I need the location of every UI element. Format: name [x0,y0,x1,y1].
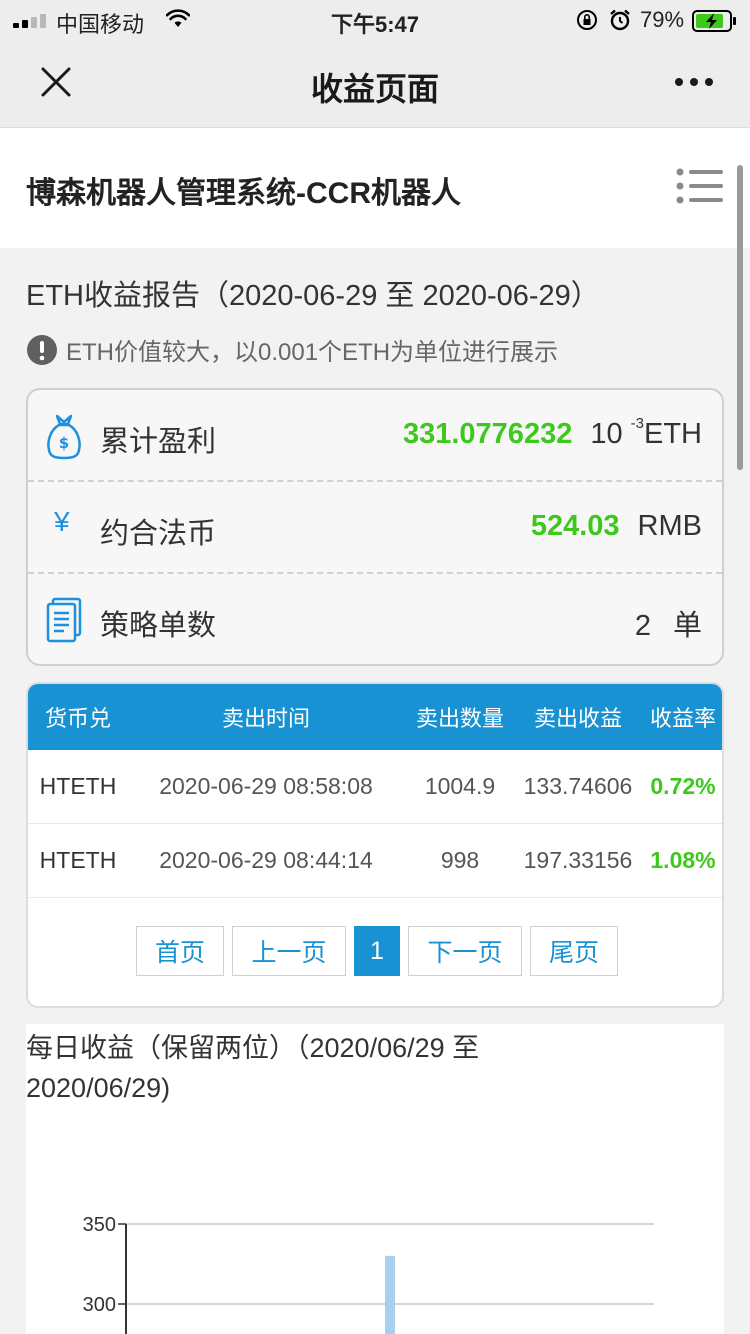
profit-unit-exponent: -3 [630,415,644,433]
profit-label: 累计盈利 [100,426,217,458]
warning-icon [27,334,57,365]
cell-sell-profit: 133.74606 [523,773,633,799]
first-page-button[interactable]: 首页 [136,926,224,976]
profit-value-group: 331.0776232 10 -3ETH [402,415,702,451]
battery-percentage: 79% [640,7,685,32]
previous-page-button[interactable]: 上一页 [232,926,346,976]
next-page-button[interactable]: 下一页 [408,926,522,976]
bar [385,1255,395,1334]
trades-table-card: 货币兑 卖出时间 卖出数量 卖出收益 收益率 HTETH 2020-06-29 … [26,682,724,1008]
summary-profit-row: $ 累计盈利 331.0776232 10 -3ETH [28,390,722,482]
fiat-unit: RMB [637,510,702,542]
summary-card: $ 累计盈利 331.0776232 10 -3ETH ¥ 约合法币 524.03… [26,388,724,666]
y-tick-label: 300 [83,1294,116,1316]
system-title: 博森机器人管理系统-CCR机器人 [26,177,461,210]
alarm-icon [610,9,630,31]
cell-sell-amount: 1004.9 [424,773,496,799]
profit-unit-currency: ETH [644,418,702,450]
fiat-value-group: 524.03 RMB [531,510,702,543]
report-title: ETH收益报告（2020-06-29 至 2020-06-29） [26,280,600,312]
profit-unit-base: 10 [590,418,623,450]
document-icon [46,597,82,643]
system-header: 博森机器人管理系统-CCR机器人 [0,128,750,248]
daily-profit-chart: 350 300 每日收益（保留两位）（2020/06/29 至 2020/06/2… [26,1024,724,1334]
unit-notice: ETH价值较大，以0.001个ETH为单位进行展示 [26,332,558,367]
clock: 下午5:47 [330,12,420,37]
col-header-sell-amount: 卖出数量 [415,706,504,731]
y-tick-label: 350 [83,1214,116,1236]
col-header-pair: 货币兑 [44,706,111,731]
cell-sell-amount: 998 [440,847,480,873]
status-bar: 中国移动 下午5:47 79% [0,0,750,40]
orders-label: 策略单数 [100,610,217,642]
battery-icon [692,10,736,32]
table-row: HTETH 2020-06-29 08:44:14 998 197.33156 … [28,824,722,898]
orders-value-group: 2单 [635,602,702,644]
more-options-icon[interactable] [672,74,716,90]
page-title: 收益页面 [310,71,439,107]
cell-profit-rate: 0.72% [650,773,716,799]
unit-notice-text: ETH价值较大，以0.001个ETH为单位进行展示 [66,339,559,366]
table-row: HTETH 2020-06-29 08:58:08 1004.9 133.746… [28,750,722,824]
cell-sell-time: 2020-06-29 08:44:14 [159,847,373,873]
pagination: 首页 上一页 1 下一页 尾页 [28,926,722,978]
navigation-bar: 收益页面 [0,40,750,128]
summary-fiat-row: ¥ 约合法币 524.03 RMB [28,482,722,574]
current-page-button[interactable]: 1 [354,926,400,976]
cell-pair: HTETH [39,773,117,799]
cell-sell-profit: 197.33156 [523,847,633,873]
table-header: 货币兑 卖出时间 卖出数量 卖出收益 收益率 [28,684,722,750]
last-page-button[interactable]: 尾页 [530,926,618,976]
cell-profit-rate: 1.08% [650,847,716,873]
cell-sell-time: 2020-06-29 08:58:08 [159,773,373,799]
svg-text:$: $ [59,434,69,452]
rotation-lock-icon [577,10,597,30]
menu-icon[interactable] [674,166,724,210]
orders-value: 2 [634,610,651,642]
summary-orders-row: 策略单数 2单 [28,574,722,666]
fiat-value: 524.03 [530,510,620,542]
yen-icon: ¥ [54,506,70,537]
col-header-sell-profit: 卖出收益 [533,706,622,731]
col-header-profit-rate: 收益率 [649,706,716,731]
money-bag-icon: $ [47,414,81,460]
orders-unit: 单 [672,610,702,642]
fiat-label: 约合法币 [100,518,217,550]
profit-value: 331.0776232 [402,418,573,450]
chart-title: 每日收益（保留两位）（2020/06/29 至 2020/06/29) [26,1033,480,1103]
col-header-sell-time: 卖出时间 [221,706,310,731]
scrollbar[interactable] [737,165,743,470]
cell-pair: HTETH [39,847,117,873]
